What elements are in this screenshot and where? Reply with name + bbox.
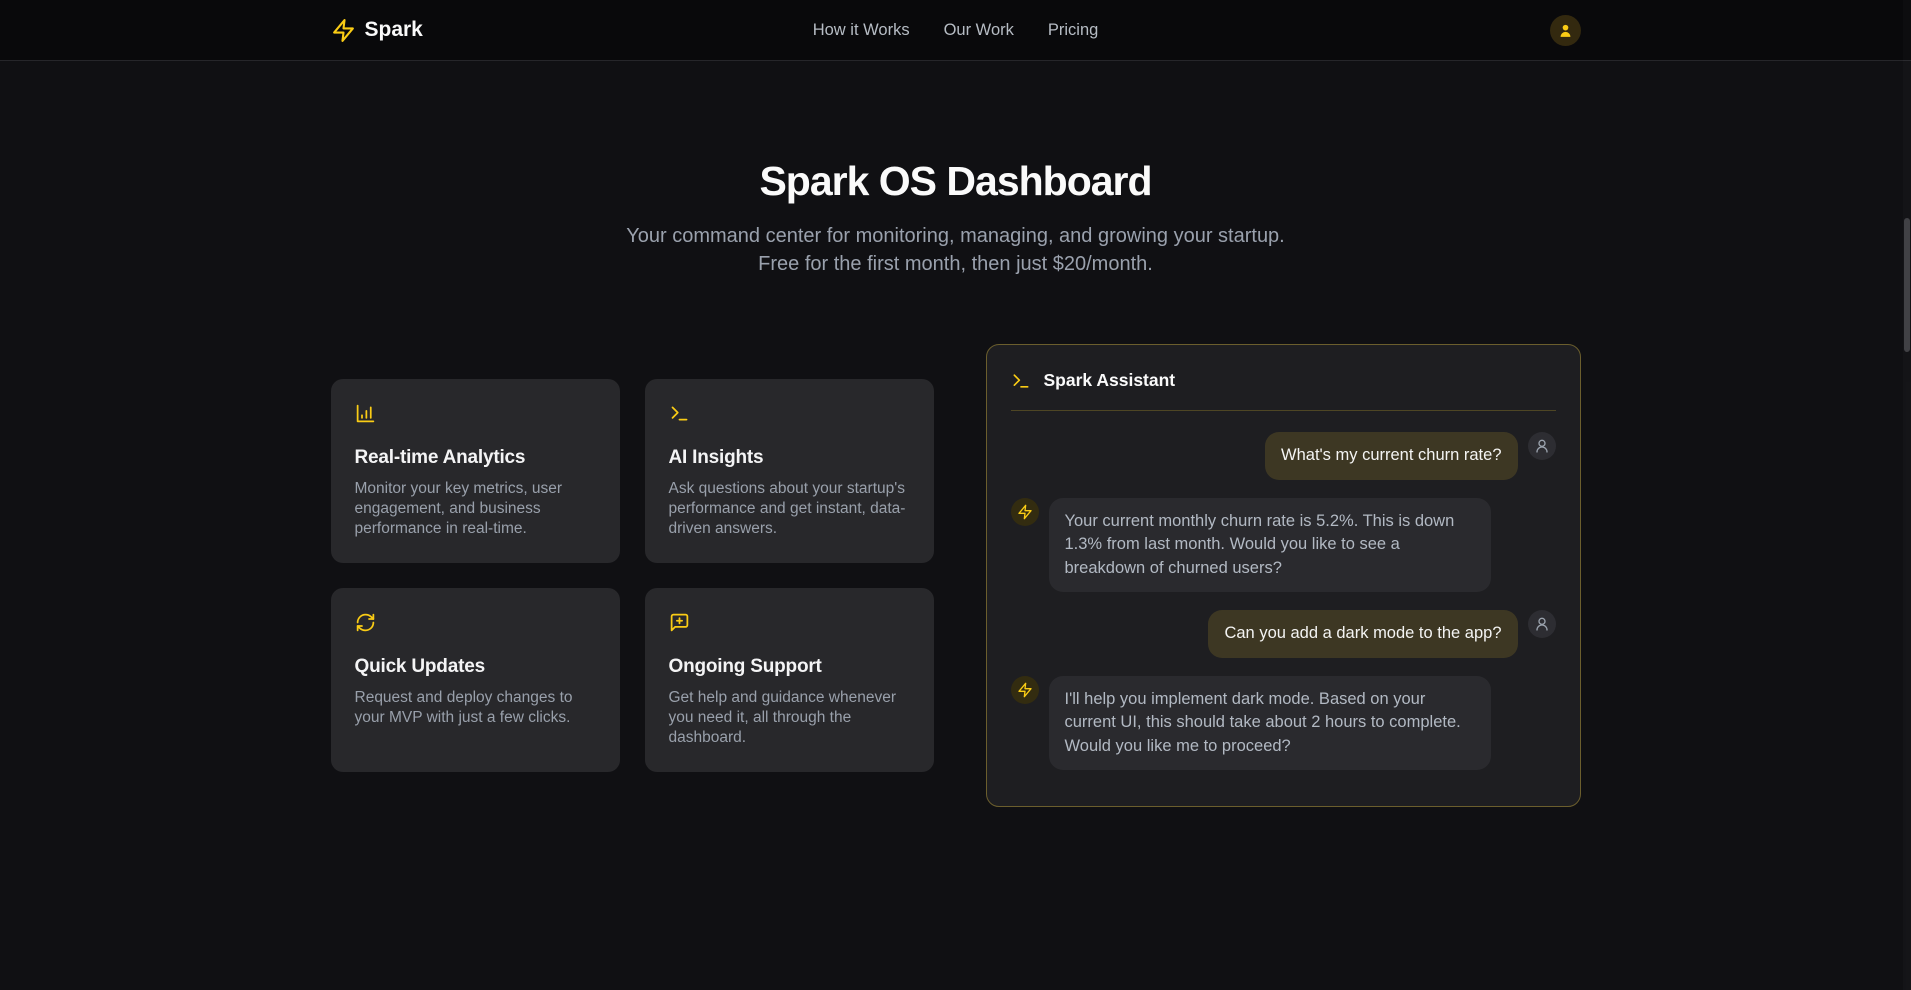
feature-description: Ask questions about your startup's perfo… bbox=[669, 479, 910, 539]
chat-bubble: Your current monthly churn rate is 5.2%.… bbox=[1049, 498, 1491, 593]
user-icon bbox=[1557, 22, 1574, 39]
hero-section: Spark OS Dashboard Your command center f… bbox=[0, 158, 1911, 278]
page-subtitle: Your command center for monitoring, mana… bbox=[617, 222, 1295, 278]
chat-message-user: What's my current churn rate? bbox=[1011, 432, 1556, 480]
scrollbar-thumb[interactable] bbox=[1904, 218, 1910, 352]
feature-title: Real-time Analytics bbox=[355, 447, 596, 469]
features-grid: Real-time Analytics Monitor your key met… bbox=[331, 379, 934, 772]
assistant-avatar bbox=[1011, 676, 1039, 704]
main-content: Real-time Analytics Monitor your key met… bbox=[331, 344, 1581, 807]
refresh-icon bbox=[355, 612, 596, 634]
feature-description: Monitor your key metrics, user engagemen… bbox=[355, 479, 596, 539]
feature-card-ongoing-support: Ongoing Support Get help and guidance wh… bbox=[645, 588, 934, 772]
page-title: Spark OS Dashboard bbox=[0, 158, 1911, 205]
chat-message-assistant: Your current monthly churn rate is 5.2%.… bbox=[1011, 498, 1556, 593]
nav-links: How it Works Our Work Pricing bbox=[813, 21, 1099, 40]
chat-header: Spark Assistant bbox=[987, 345, 1580, 410]
brand-name: Spark bbox=[365, 18, 423, 42]
feature-title: AI Insights bbox=[669, 447, 910, 469]
feature-title: Quick Updates bbox=[355, 656, 596, 678]
user-avatar bbox=[1528, 610, 1556, 638]
zap-icon bbox=[331, 18, 356, 43]
chat-bubble: Can you add a dark mode to the app? bbox=[1208, 610, 1517, 658]
terminal-icon bbox=[1011, 371, 1031, 391]
feature-title: Ongoing Support bbox=[669, 656, 910, 678]
message-square-plus-icon bbox=[669, 612, 910, 634]
chat-message-user: Can you add a dark mode to the app? bbox=[1011, 610, 1556, 658]
chat-bubble: What's my current churn rate? bbox=[1265, 432, 1517, 480]
top-nav: Spark How it Works Our Work Pricing bbox=[0, 0, 1911, 61]
user-avatar bbox=[1528, 432, 1556, 460]
chat-title: Spark Assistant bbox=[1044, 370, 1176, 391]
feature-card-realtime-analytics: Real-time Analytics Monitor your key met… bbox=[331, 379, 620, 563]
nav-link-how-it-works[interactable]: How it Works bbox=[813, 21, 910, 40]
feature-card-quick-updates: Quick Updates Request and deploy changes… bbox=[331, 588, 620, 772]
chat-message-assistant: I'll help you implement dark mode. Based… bbox=[1011, 676, 1556, 771]
zap-icon bbox=[1017, 682, 1033, 698]
feature-description: Request and deploy changes to your MVP w… bbox=[355, 688, 596, 728]
zap-icon bbox=[1017, 504, 1033, 520]
user-icon bbox=[1534, 616, 1550, 632]
brand-logo[interactable]: Spark bbox=[331, 18, 813, 43]
page-scrollbar bbox=[1903, 0, 1911, 990]
feature-card-ai-insights: AI Insights Ask questions about your sta… bbox=[645, 379, 934, 563]
assistant-avatar bbox=[1011, 498, 1039, 526]
nav-link-pricing[interactable]: Pricing bbox=[1048, 21, 1098, 40]
chart-column-icon bbox=[355, 403, 596, 425]
nav-right bbox=[1098, 15, 1580, 46]
nav-link-our-work[interactable]: Our Work bbox=[944, 21, 1014, 40]
account-avatar-button[interactable] bbox=[1550, 15, 1581, 46]
user-icon bbox=[1534, 438, 1550, 454]
spark-assistant-panel: Spark Assistant What's my current churn … bbox=[986, 344, 1581, 807]
chat-messages: What's my current churn rate? Your curre… bbox=[987, 411, 1580, 806]
chat-bubble: I'll help you implement dark mode. Based… bbox=[1049, 676, 1491, 771]
nav-inner: Spark How it Works Our Work Pricing bbox=[331, 0, 1581, 60]
feature-description: Get help and guidance whenever you need … bbox=[669, 688, 910, 748]
terminal-icon bbox=[669, 403, 910, 425]
